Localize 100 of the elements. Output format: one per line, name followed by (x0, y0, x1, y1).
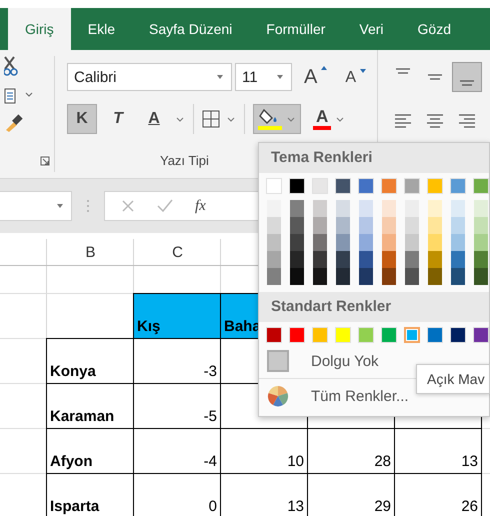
up-arrow-icon[interactable] (321, 66, 328, 70)
color-swatch[interactable] (451, 217, 465, 234)
down-arrow-icon[interactable] (360, 69, 366, 73)
color-swatch[interactable] (312, 327, 328, 343)
ribbon-tab[interactable]: Sayfa Düzeni (132, 8, 250, 50)
fill-color-button[interactable] (253, 104, 301, 134)
color-swatch[interactable] (450, 327, 466, 343)
color-swatch[interactable] (267, 268, 281, 285)
color-swatch[interactable] (382, 200, 396, 217)
color-swatch[interactable] (312, 178, 328, 194)
font-color-button[interactable]: A (307, 104, 352, 134)
color-swatch[interactable] (267, 251, 281, 268)
color-swatch[interactable] (266, 327, 282, 343)
color-swatch[interactable] (267, 234, 281, 251)
color-swatch[interactable] (428, 234, 442, 251)
insert-function-button[interactable]: fx (195, 198, 206, 214)
color-swatch[interactable] (382, 268, 396, 285)
color-swatch[interactable] (382, 234, 396, 251)
color-swatch[interactable] (290, 251, 304, 268)
color-swatch[interactable] (382, 217, 396, 234)
color-swatch[interactable] (405, 234, 419, 251)
no-fill-item[interactable]: Dolgu Yok (259, 346, 387, 376)
color-swatch[interactable] (336, 268, 350, 285)
check-icon[interactable] (157, 199, 173, 213)
ribbon-tab[interactable]: Gözd (400, 8, 468, 50)
color-swatch[interactable] (336, 200, 350, 217)
color-swatch[interactable] (336, 234, 350, 251)
column-header[interactable]: B (47, 239, 134, 266)
color-swatch[interactable] (290, 217, 304, 234)
color-swatch[interactable] (474, 234, 488, 251)
caret-icon[interactable] (24, 91, 34, 99)
color-swatch[interactable] (474, 268, 488, 285)
color-swatch[interactable] (359, 268, 373, 285)
color-swatch[interactable] (427, 178, 443, 194)
cancel-icon[interactable] (121, 199, 135, 213)
color-swatch[interactable] (404, 327, 420, 343)
color-swatch[interactable] (290, 234, 304, 251)
color-swatch[interactable] (267, 200, 281, 217)
color-swatch[interactable] (358, 178, 374, 194)
color-swatch[interactable] (313, 217, 327, 234)
caret-icon[interactable] (335, 115, 346, 123)
color-swatch[interactable] (335, 178, 351, 194)
ribbon-tab[interactable]: Giriş (8, 8, 71, 50)
font-name-field[interactable]: Calibri (67, 63, 232, 91)
color-swatch[interactable] (313, 234, 327, 251)
color-swatch[interactable] (405, 217, 419, 234)
color-swatch[interactable] (405, 200, 419, 217)
color-swatch[interactable] (428, 268, 442, 285)
color-swatch[interactable] (405, 268, 419, 285)
color-swatch[interactable] (473, 327, 489, 343)
color-swatch[interactable] (450, 178, 466, 194)
scissors-icon[interactable] (4, 56, 18, 78)
dialog-launcher-icon[interactable] (40, 156, 50, 166)
color-swatch[interactable] (451, 200, 465, 217)
ribbon-tab[interactable]: Veri (342, 8, 401, 50)
dropdown-icon[interactable] (215, 73, 225, 81)
italic-button[interactable]: T (103, 104, 133, 134)
color-swatch[interactable] (473, 178, 489, 194)
grow-font-button[interactable]: A (298, 62, 334, 92)
ribbon-tab[interactable]: Ekle (70, 8, 132, 50)
borders-icon[interactable] (202, 110, 220, 128)
caret-icon[interactable] (175, 115, 185, 123)
color-swatch[interactable] (313, 200, 327, 217)
color-swatch[interactable] (336, 217, 350, 234)
font-size-field[interactable]: 11 (235, 63, 292, 91)
color-swatch[interactable] (267, 217, 281, 234)
color-swatch[interactable] (451, 234, 465, 251)
more-colors-item[interactable]: Tüm Renkler... (259, 381, 417, 411)
color-swatch[interactable] (427, 327, 443, 343)
ribbon-tab[interactable]: Formüller (249, 8, 342, 50)
color-swatch[interactable] (335, 327, 351, 343)
caret-icon[interactable] (226, 115, 236, 123)
color-swatch[interactable] (358, 327, 374, 343)
color-swatch[interactable] (359, 200, 373, 217)
align-bottom-button[interactable] (452, 62, 482, 92)
dropdown-icon[interactable] (275, 73, 285, 81)
color-swatch[interactable] (313, 268, 327, 285)
color-swatch[interactable] (474, 200, 488, 217)
color-swatch[interactable] (381, 178, 397, 194)
color-swatch[interactable] (313, 251, 327, 268)
color-swatch[interactable] (451, 251, 465, 268)
color-swatch[interactable] (266, 178, 282, 194)
color-swatch[interactable] (290, 200, 304, 217)
color-swatch[interactable] (404, 178, 420, 194)
caret-icon[interactable] (286, 115, 296, 123)
underline-button[interactable]: A (139, 104, 169, 134)
color-swatch[interactable] (428, 217, 442, 234)
color-swatch[interactable] (451, 268, 465, 285)
paste-icon[interactable] (4, 86, 18, 104)
shrink-font-button[interactable]: A (339, 62, 372, 92)
color-swatch[interactable] (336, 251, 350, 268)
color-swatch[interactable] (359, 217, 373, 234)
color-swatch[interactable] (428, 200, 442, 217)
color-swatch[interactable] (289, 327, 305, 343)
color-swatch[interactable] (474, 217, 488, 234)
dropdown-icon[interactable] (55, 202, 65, 210)
color-swatch[interactable] (359, 234, 373, 251)
color-swatch[interactable] (359, 251, 373, 268)
color-swatch[interactable] (381, 327, 397, 343)
paintbrush-icon[interactable] (4, 112, 24, 132)
